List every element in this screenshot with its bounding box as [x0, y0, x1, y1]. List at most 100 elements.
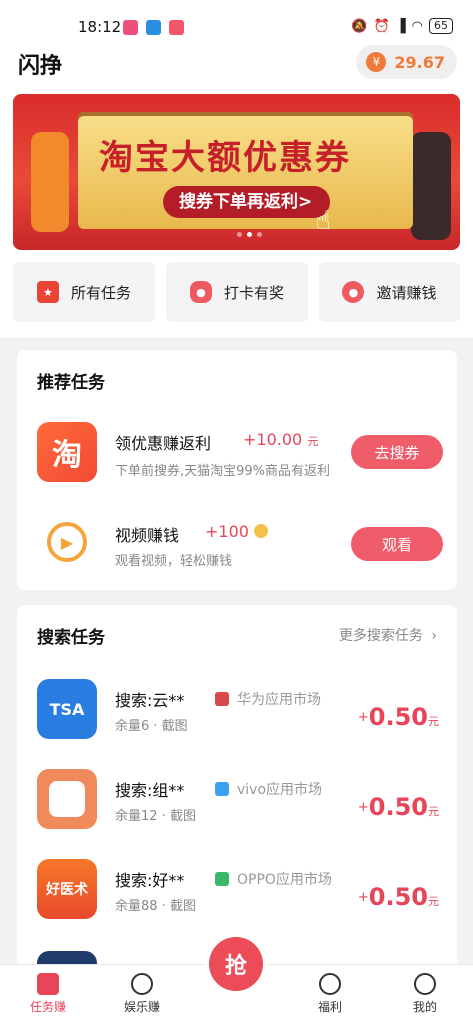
search-task-meta: 余量6 · 截图	[115, 719, 188, 734]
alarm-icon: ⏰	[373, 18, 390, 34]
status-time: 18:12	[78, 18, 122, 36]
market-label: OPPO应用市场	[215, 869, 332, 889]
quick-invite[interactable]: ● 邀请赚钱	[319, 262, 460, 322]
task-desc: 观看视频，轻松赚钱	[115, 554, 233, 569]
hand-cursor-icon: ☝	[315, 206, 331, 236]
balance-amount: 29.67	[394, 52, 445, 72]
search-tasks-title: 搜索任务	[37, 628, 105, 648]
tab-label: 娱乐赚	[123, 1000, 160, 1014]
search-task-title: 搜索:好**	[115, 871, 185, 890]
video-app-icon: ▶	[37, 512, 97, 572]
search-tasks-card: 搜索任务 更多搜索任务 › TSA 搜索:云** 华为应用市场 余量6 · 截图…	[17, 605, 457, 975]
tab-label: 任务赚	[29, 1000, 66, 1014]
quick-checkin-label: 打卡有奖	[223, 283, 284, 302]
balance-chip[interactable]: ¥ 29.67	[356, 45, 457, 79]
watch-button[interactable]: 观看	[351, 527, 443, 561]
pagination-dot	[237, 232, 242, 237]
price-value: 0.50	[368, 703, 428, 731]
notification-bird-icon	[146, 20, 161, 35]
vivo-market-icon	[215, 782, 229, 796]
more-search-tasks-label: 更多搜索任务	[338, 628, 423, 644]
top-bar: 闪挣 ¥ 29.67	[0, 40, 473, 86]
tab-label: 我的	[412, 1000, 437, 1014]
tab-entertainment-earn[interactable]: 娱乐赚	[102, 965, 182, 1025]
task-reward-unit: 元	[307, 435, 319, 448]
quick-invite-label: 邀请赚钱	[376, 283, 437, 302]
banner-headline: 淘宝大额优惠券	[99, 138, 351, 178]
price-value: 0.50	[368, 883, 428, 911]
task-reward: +100	[205, 522, 269, 541]
search-coupon-button[interactable]: 去搜券	[351, 435, 443, 469]
pagination-dot-active	[247, 232, 252, 237]
notification-app-icon	[123, 20, 138, 35]
notification-shop-icon	[169, 20, 184, 35]
task-reward-value: +100	[205, 522, 249, 541]
coin-icon	[254, 524, 269, 538]
tab-label: 福利	[317, 1000, 342, 1014]
task-reward-value: +10.00	[243, 430, 303, 449]
quick-all-tasks[interactable]: ★ 所有任务	[13, 262, 155, 322]
search-task-meta: 余量12 · 截图	[115, 809, 196, 824]
battery-icon: 65	[429, 18, 453, 34]
banner-girl-figure	[31, 132, 69, 232]
chevron-right-icon: ›	[431, 628, 437, 644]
price-prefix: +	[357, 890, 369, 905]
market-name: OPPO应用市场	[237, 872, 332, 888]
star-flag-icon: ★	[36, 281, 59, 303]
task-title: 视频赚钱	[115, 526, 180, 545]
signal-icon: ▐	[395, 18, 406, 34]
diamond-icon	[319, 973, 341, 995]
banner-pagination	[237, 232, 262, 237]
market-name: 华为应用市场	[237, 692, 321, 708]
market-name: vivo应用市场	[237, 782, 323, 798]
smiley-icon	[131, 973, 153, 995]
task-reward: +10.00 元	[243, 430, 318, 449]
tab-task-earn[interactable]: 任务赚	[8, 965, 88, 1025]
taobao-app-icon: 淘	[37, 422, 97, 482]
task-title: 领优惠赚返利	[115, 434, 212, 453]
quick-all-tasks-label: 所有任务	[70, 283, 131, 302]
user-icon	[414, 973, 436, 995]
recommended-card: 推荐任务 淘 领优惠赚返利 +10.00 元 下单前搜券,天猫淘宝99%商品有返…	[17, 350, 457, 590]
price-unit: 元	[428, 715, 439, 728]
price-prefix: +	[357, 710, 369, 725]
wifi-icon: ◠	[411, 18, 423, 34]
play-icon: ▶	[47, 522, 87, 562]
tab-mine[interactable]: 我的	[385, 965, 465, 1025]
price-prefix: +	[357, 800, 369, 815]
tab-welfare[interactable]: 福利	[290, 965, 370, 1025]
app-title: 闪挣	[18, 54, 63, 79]
search-task-row[interactable]: TSA 搜索:云** 华为应用市场 余量6 · 截图 +0.50元	[17, 675, 457, 745]
market-label: 华为应用市场	[215, 689, 321, 709]
task-list-icon	[37, 973, 59, 995]
grab-button[interactable]: 抢	[209, 937, 263, 991]
search-task-price: +0.50元	[358, 703, 439, 731]
quick-checkin[interactable]: ● 打卡有奖	[166, 262, 308, 322]
search-task-price: +0.50元	[358, 883, 439, 911]
recommended-title: 推荐任务	[37, 373, 105, 393]
search-task-meta: 余量88 · 截图	[115, 899, 196, 914]
promo-banner[interactable]: 淘宝大额优惠券 搜券下单再返利> ☝	[13, 94, 460, 250]
price-value: 0.50	[368, 793, 428, 821]
search-task-row[interactable]: 好医术 搜索:好** OPPO应用市场 余量88 · 截图 +0.50元	[17, 855, 457, 925]
task-desc: 下单前搜券,天猫淘宝99%商品有返利	[115, 464, 331, 479]
search-task-title: 搜索:组**	[115, 781, 185, 800]
group-app-icon-glyph	[49, 781, 85, 817]
price-unit: 元	[428, 805, 439, 818]
banner-man-figure	[411, 132, 451, 240]
oppo-market-icon	[215, 872, 229, 886]
banner-subline: 搜券下单再返利>	[163, 186, 331, 218]
pagination-dot	[257, 232, 262, 237]
mute-icon: 🔕	[351, 18, 368, 34]
gamepad-icon: ●	[189, 281, 212, 303]
price-unit: 元	[428, 895, 439, 908]
market-label: vivo应用市场	[215, 779, 322, 799]
search-task-row[interactable]: 搜索:组** vivo应用市场 余量12 · 截图 +0.50元	[17, 765, 457, 835]
search-task-price: +0.50元	[358, 793, 439, 821]
haoyishu-app-icon: 好医术	[37, 859, 97, 919]
tsa-app-icon: TSA	[37, 679, 97, 739]
status-bar: 18:12 🔕 ⏰ ▐ ◠ 65	[0, 0, 473, 40]
invite-user-icon: ●	[342, 281, 365, 303]
group-app-icon	[37, 769, 97, 829]
more-search-tasks-link[interactable]: 更多搜索任务 ›	[339, 625, 437, 645]
